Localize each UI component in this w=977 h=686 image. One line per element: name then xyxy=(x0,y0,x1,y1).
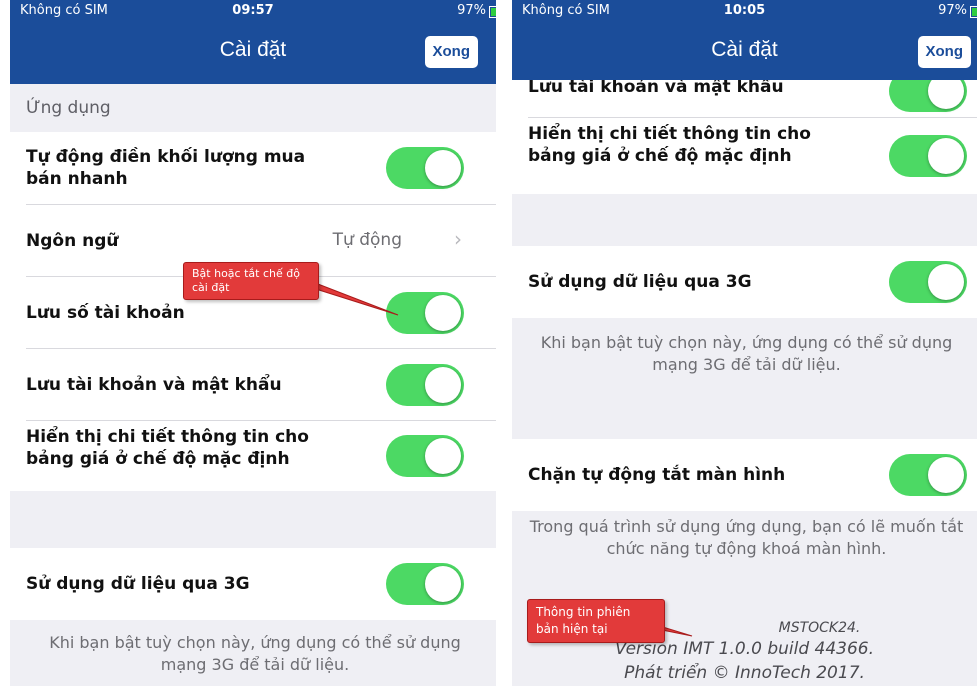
toggle-hint-callout: Bật hoặc tắt chế độ cài đặt xyxy=(183,262,319,300)
callout-arrows xyxy=(299,283,693,637)
version-hint-callout: Thông tin phiên bản hiện tại xyxy=(527,599,665,643)
